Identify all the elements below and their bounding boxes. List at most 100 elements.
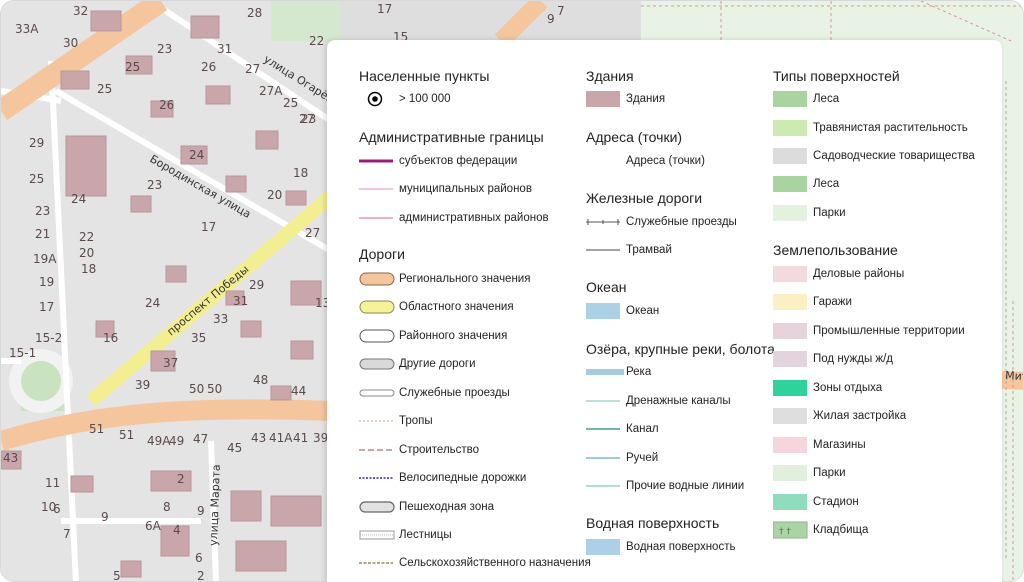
grass-swatch — [773, 120, 807, 136]
house-number-label: 20 — [79, 246, 94, 260]
cycleway-line-icon — [359, 477, 393, 479]
house-number-label: 19А — [33, 252, 57, 266]
house-number-label: 25 — [29, 172, 44, 186]
house-number-label: 25 — [97, 82, 112, 96]
house-number-label: 24 — [189, 148, 204, 162]
regional-road-icon — [359, 272, 395, 286]
house-number-label: 39 — [313, 431, 328, 445]
house-number-label: 26 — [159, 98, 174, 112]
house-number-label: 6 — [53, 502, 61, 516]
house-number-label: 15-2 — [35, 331, 62, 345]
municipal-border-line-icon — [359, 188, 393, 190]
house-number-label: 32 — [73, 4, 88, 18]
house-number-label: 50 — [189, 382, 204, 396]
house-number-label: 24 — [145, 296, 160, 310]
house-number-label: 2 — [197, 569, 205, 582]
legend-section-landuse: Землепользование — [773, 242, 898, 258]
legend-section-settlements: Населенные пункты — [359, 68, 490, 84]
house-number-label: 18 — [81, 262, 96, 276]
house-number-label: 2 — [177, 472, 185, 486]
recreation-swatch — [773, 380, 807, 396]
house-number-label: 23 — [301, 112, 316, 126]
house-number-label: 48 — [253, 373, 268, 387]
house-number-label: 4 — [173, 523, 181, 537]
forest-swatch-2 — [773, 176, 807, 192]
legend-section-surfaces: Типы поверхностей — [773, 68, 900, 84]
house-number-label: 19 — [39, 275, 54, 289]
house-number-label: 51 — [89, 422, 104, 436]
house-number-label: 17 — [39, 300, 54, 314]
building-swatch — [586, 91, 620, 107]
tram-line-icon — [586, 249, 620, 251]
house-number-label: 7 — [63, 527, 71, 541]
house-number-label: 25 — [283, 96, 298, 110]
house-number-label: 31 — [233, 294, 248, 308]
house-number-label: 51 — [119, 428, 134, 442]
house-number-label: 43 — [3, 451, 18, 465]
house-number-label: 49А — [147, 434, 171, 448]
stream-line-icon — [586, 457, 620, 459]
house-number-label: 26 — [201, 60, 216, 74]
street-label-mitr: Митр — [1005, 369, 1024, 384]
house-number-label: 16 — [103, 331, 118, 345]
house-number-label: 45 — [227, 441, 242, 455]
water-swatch — [586, 539, 620, 555]
cemetery-swatch: † † — [773, 521, 808, 539]
house-number-label: 24 — [71, 192, 86, 206]
house-number-label: 27 — [245, 62, 260, 76]
house-number-label: 23 — [157, 42, 172, 56]
house-number-label: 6А — [145, 519, 162, 533]
house-number-label: 27А — [259, 84, 283, 98]
allotments-swatch — [773, 148, 807, 164]
house-number-label: 22 — [309, 34, 324, 48]
retail-swatch — [773, 437, 807, 453]
house-number-label: 49 — [169, 434, 184, 448]
house-number-label: 9 — [547, 12, 555, 26]
house-number-label: 20 — [267, 188, 282, 202]
legend-section-water: Водная поверхность — [586, 515, 720, 531]
stadium-swatch — [773, 494, 807, 510]
house-number-label: 27 — [305, 226, 320, 240]
legend-section-ocean: Океан — [586, 279, 627, 295]
settlement-dot-icon — [367, 91, 383, 107]
house-number-label: 37 — [163, 356, 178, 370]
house-number-label: 15-1 — [9, 346, 36, 360]
construction-line-icon — [359, 449, 393, 451]
railway-land-swatch — [773, 351, 807, 367]
pedestrian-zone-icon — [359, 501, 395, 513]
river-line-icon — [586, 369, 624, 375]
house-number-label: 47 — [193, 432, 208, 446]
service-road-icon — [359, 389, 395, 397]
house-number-label: 6 — [195, 551, 203, 565]
house-number-label: 17 — [201, 220, 216, 234]
district-border-line-icon — [359, 217, 393, 219]
house-number-label: 29 — [29, 136, 44, 150]
park-landuse-swatch — [773, 465, 807, 481]
other-road-icon — [359, 358, 395, 370]
legend-section-lakes: Озёра, крупные реки, болота — [586, 341, 775, 357]
house-number-label: 44 — [291, 384, 306, 398]
ocean-swatch — [586, 303, 620, 319]
forest-swatch — [773, 91, 807, 107]
house-number-label: 28 — [247, 6, 262, 20]
residential-swatch — [773, 408, 807, 424]
house-number-label: 41А — [269, 431, 293, 445]
federal-border-line-icon — [359, 159, 393, 163]
service-rail-icon — [586, 219, 620, 225]
house-number-label: 5 — [113, 569, 121, 582]
house-number-label: 17 — [377, 2, 392, 16]
oblast-road-icon — [359, 300, 395, 314]
business-swatch — [773, 266, 807, 282]
legend-section-roads: Дороги — [359, 246, 405, 262]
house-number-label: 23 — [147, 178, 162, 192]
park-swatch — [773, 205, 807, 221]
house-number-label: 11 — [45, 476, 60, 490]
house-number-label: 31 — [217, 42, 232, 56]
legend-section-buildings: Здания — [586, 68, 634, 84]
house-number-label: 33А — [15, 22, 39, 36]
house-number-label: 25 — [125, 60, 140, 74]
house-number-label: 35 — [191, 331, 206, 345]
house-number-label: 41 — [293, 431, 308, 445]
svg-text:† †: † † — [779, 527, 791, 537]
other-waterline-icon — [586, 485, 620, 487]
